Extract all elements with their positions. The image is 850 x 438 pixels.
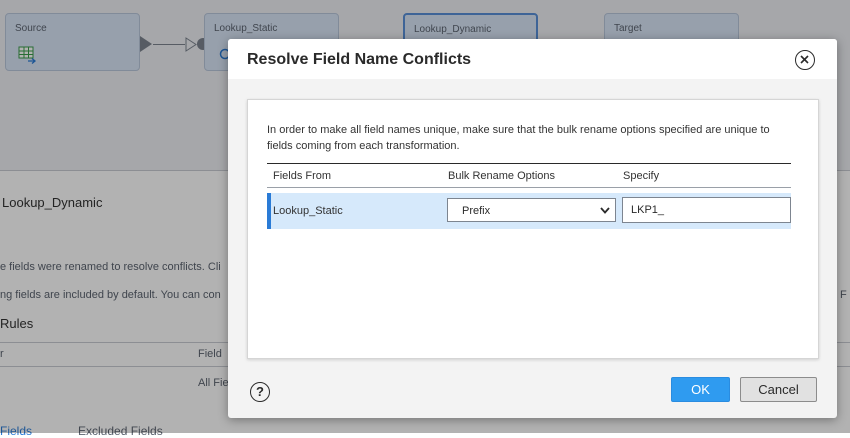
- table-top-border: [267, 163, 791, 164]
- row-fields-from: Lookup_Static: [273, 205, 343, 217]
- cancel-button[interactable]: Cancel: [740, 377, 817, 402]
- header-bulk-rename-options: Bulk Rename Options: [448, 170, 555, 182]
- resolve-conflicts-dialog: Resolve Field Name Conflicts In order to…: [228, 39, 837, 418]
- ok-button[interactable]: OK: [671, 377, 730, 402]
- instructions-text: In order to make all field names unique,…: [267, 124, 770, 152]
- close-icon: [800, 55, 809, 64]
- chevron-down-icon: [600, 207, 610, 214]
- specify-input[interactable]: [622, 197, 791, 223]
- close-button[interactable]: [795, 50, 815, 70]
- bulk-rename-select[interactable]: Prefix: [447, 198, 616, 222]
- table-header-border: [267, 187, 791, 188]
- dialog-header: Resolve Field Name Conflicts: [228, 39, 837, 79]
- dialog-body: In order to make all field names unique,…: [247, 99, 819, 359]
- dialog-title: Resolve Field Name Conflicts: [247, 51, 472, 68]
- header-fields-from: Fields From: [273, 170, 332, 182]
- header-specify: Specify: [623, 170, 660, 182]
- help-button[interactable]: ?: [250, 382, 270, 402]
- bulk-rename-select-value: Prefix: [462, 205, 491, 217]
- table-row[interactable]: Lookup_Static Prefix: [267, 193, 791, 229]
- help-icon: ?: [256, 384, 264, 399]
- row-selection-accent: [267, 193, 271, 229]
